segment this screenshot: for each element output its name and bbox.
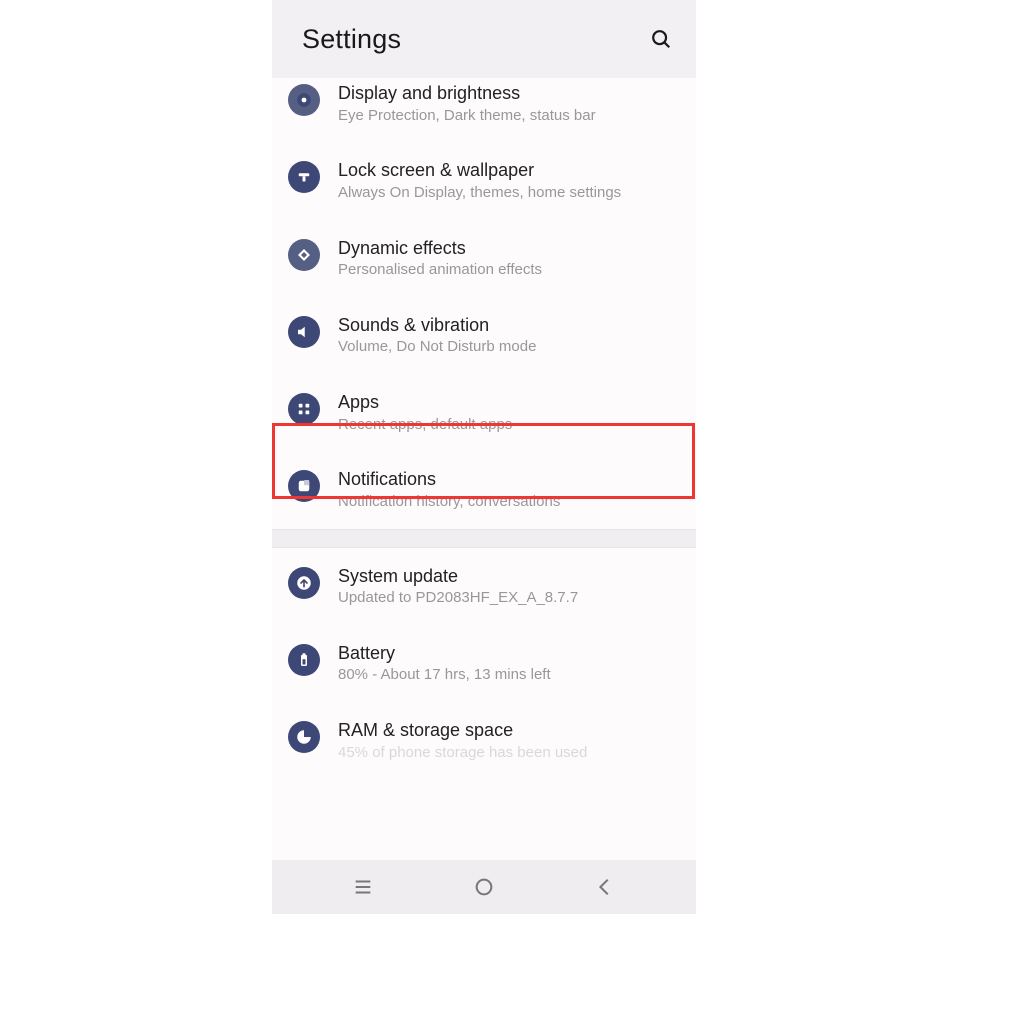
settings-row-sound[interactable]: Sounds & vibration Volume, Do Not Distur… [272, 297, 696, 374]
settings-row-storage[interactable]: RAM & storage space 45% of phone storage… [272, 702, 696, 768]
update-icon [288, 567, 320, 599]
row-title: Display and brightness [338, 82, 596, 105]
nav-home-icon[interactable] [464, 867, 504, 907]
settings-row-display[interactable]: Display and brightness Eye Protection, D… [272, 78, 696, 142]
display-icon [288, 84, 320, 116]
settings-row-notifications[interactable]: Notifications Notification history, conv… [272, 451, 696, 528]
row-title: Notifications [338, 468, 560, 491]
battery-icon [288, 644, 320, 676]
row-subtitle: 80% - About 17 hrs, 13 mins left [338, 666, 551, 685]
settings-row-system-update[interactable]: System update Updated to PD2083HF_EX_A_8… [272, 548, 696, 625]
row-subtitle: Personalised animation effects [338, 261, 542, 280]
row-title: Sounds & vibration [338, 314, 536, 337]
sound-icon [288, 316, 320, 348]
row-title: System update [338, 565, 578, 588]
settings-row-battery[interactable]: Battery 80% - About 17 hrs, 13 mins left [272, 625, 696, 702]
android-navbar [272, 860, 696, 914]
row-subtitle: Recent apps, default apps [338, 416, 512, 435]
fade-overlay [272, 844, 696, 860]
row-subtitle: Eye Protection, Dark theme, status bar [338, 107, 596, 126]
search-icon[interactable] [650, 28, 672, 50]
settings-list[interactable]: Display and brightness Eye Protection, D… [272, 78, 696, 860]
row-title: Lock screen & wallpaper [338, 159, 621, 182]
row-subtitle: Updated to PD2083HF_EX_A_8.7.7 [338, 589, 578, 608]
storage-icon [288, 721, 320, 753]
row-subtitle: 45% of phone storage has been used [338, 744, 587, 763]
row-subtitle: Notification history, conversations [338, 493, 560, 512]
group-divider [272, 529, 696, 548]
page-title: Settings [302, 24, 650, 55]
nav-back-icon[interactable] [585, 867, 625, 907]
phone-frame: Settings Display and brightness Eye Prot… [272, 0, 696, 914]
nav-recent-icon[interactable] [343, 867, 383, 907]
header-bar: Settings [272, 0, 696, 78]
lock-icon [288, 161, 320, 193]
row-title: Battery [338, 642, 551, 665]
settings-row-lockscreen[interactable]: Lock screen & wallpaper Always On Displa… [272, 142, 696, 219]
row-subtitle: Volume, Do Not Disturb mode [338, 338, 536, 357]
settings-row-apps[interactable]: Apps Recent apps, default apps [272, 374, 696, 451]
effects-icon [288, 239, 320, 271]
apps-icon [288, 393, 320, 425]
row-title: RAM & storage space [338, 719, 587, 742]
notif-icon [288, 470, 320, 502]
row-subtitle: Always On Display, themes, home settings [338, 184, 621, 203]
row-title: Apps [338, 391, 512, 414]
row-title: Dynamic effects [338, 237, 542, 260]
settings-row-effects[interactable]: Dynamic effects Personalised animation e… [272, 220, 696, 297]
